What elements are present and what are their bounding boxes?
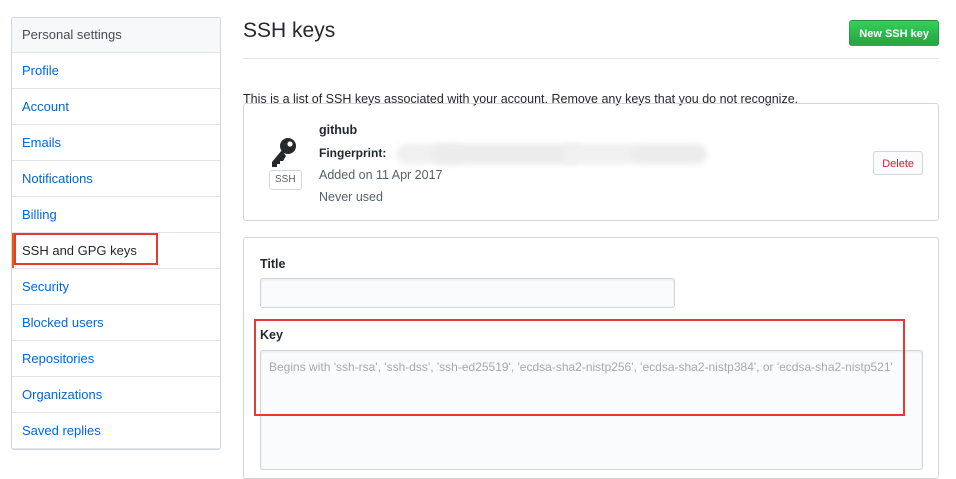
sidebar-item-blocked-users[interactable]: Blocked users — [12, 305, 220, 341]
fingerprint-label: Fingerprint: — [319, 146, 387, 160]
title-input[interactable] — [260, 278, 675, 308]
sidebar-item-ssh-gpg-keys[interactable]: SSH and GPG keys — [12, 233, 220, 269]
sidebar-item-emails[interactable]: Emails — [12, 125, 220, 161]
key-icon — [272, 138, 296, 167]
sidebar-item-security[interactable]: Security — [12, 269, 220, 305]
sidebar-item-account[interactable]: Account — [12, 89, 220, 125]
ssh-key-entry: SSH github Fingerprint: Added on 11 Apr … — [243, 103, 939, 221]
sidebar-item-profile[interactable]: Profile — [12, 53, 220, 89]
page-title: SSH keys — [243, 19, 336, 42]
key-textarea[interactable] — [260, 350, 923, 470]
add-ssh-key-form: Title Key — [243, 237, 939, 479]
key-added-date: Added on 11 Apr 2017 — [319, 168, 443, 182]
key-last-used: Never used — [319, 190, 383, 204]
key-field-label: Key — [260, 328, 283, 342]
new-ssh-key-button[interactable]: New SSH key — [849, 20, 939, 46]
sidebar-header: Personal settings — [12, 18, 220, 53]
settings-sidebar: Personal settings Profile Account Emails… — [11, 17, 221, 450]
sidebar-item-notifications[interactable]: Notifications — [12, 161, 220, 197]
sidebar-item-billing[interactable]: Billing — [12, 197, 220, 233]
ssh-badge: SSH — [269, 170, 302, 190]
key-title: github — [319, 123, 358, 137]
title-field-label: Title — [260, 257, 286, 271]
fingerprint-value-redacted — [392, 143, 707, 164]
sidebar-item-repositories[interactable]: Repositories — [12, 341, 220, 377]
title-divider — [243, 58, 939, 59]
fingerprint-row: Fingerprint: — [319, 143, 707, 164]
sidebar-item-saved-replies[interactable]: Saved replies — [12, 413, 220, 449]
delete-key-button[interactable]: Delete — [873, 151, 923, 175]
sidebar-item-organizations[interactable]: Organizations — [12, 377, 220, 413]
